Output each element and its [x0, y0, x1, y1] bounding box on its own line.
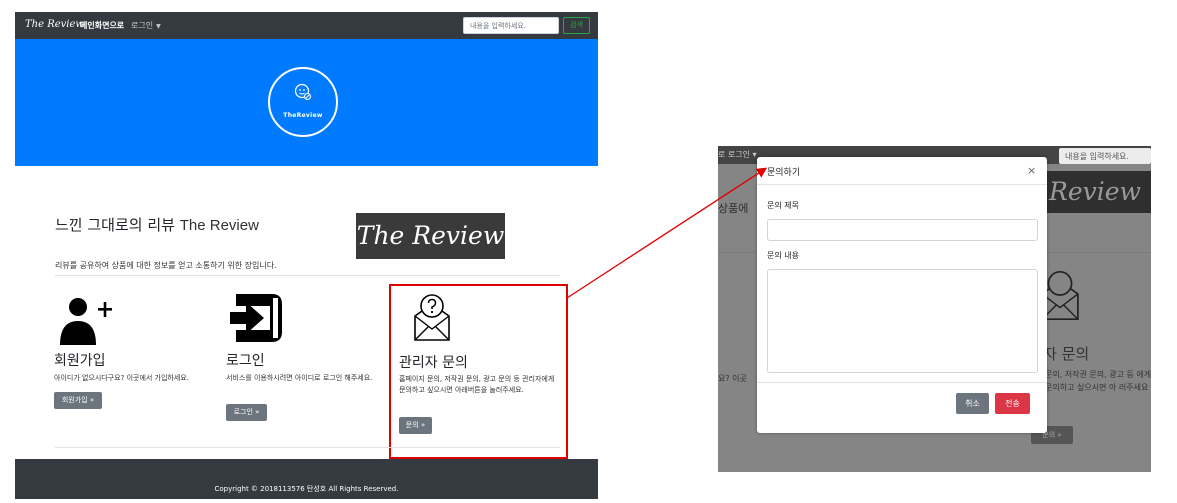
backdrop-description: 문의, 저작권 문의, 광고 등 에게 문의하고 싶으시면 아 러주세요: [1045, 370, 1151, 392]
login-button[interactable]: 로그인 »: [226, 404, 267, 421]
footer: Copyright © 2018113576 탄성호 All Rights Re…: [15, 459, 598, 499]
add-user-icon: [60, 298, 112, 345]
backdrop-logo-image: Review: [1045, 171, 1151, 213]
main-page: The Review 메인화면으로 로그인 ▼ 내용을 입력하세요. 검색 The…: [15, 12, 598, 499]
nav-login-label: 로그인: [131, 21, 154, 30]
search-input[interactable]: 내용을 입력하세요.: [463, 17, 559, 34]
highlight-box: [389, 284, 568, 459]
subject-input[interactable]: [767, 219, 1038, 241]
the-review-logo-image: The Review: [356, 213, 505, 259]
title-english: The Review: [179, 217, 259, 234]
content-textarea[interactable]: [767, 269, 1038, 373]
nav-item-login-dropdown[interactable]: 로그인 ▼: [131, 20, 161, 31]
caret-down-icon: ▼: [156, 23, 161, 30]
backdrop-nav-text: 로 로그인 ▾: [718, 150, 757, 159]
logo-text: TheReview: [283, 112, 323, 119]
jumbotron-description: 리뷰를 공유하여 상품에 대한 정보를 얻고 소통하기 위한 장입니다.: [55, 261, 277, 270]
feature-desc-login: 서비스를 이용하시려면 아이디로 로그인 해주세요.: [226, 374, 373, 382]
jumbotron-title: 느낀 그대로의 리뷰 The Review: [55, 214, 259, 235]
subject-label: 문의 제목: [767, 201, 799, 210]
cancel-button[interactable]: 취소: [956, 393, 989, 414]
backdrop-title: 자 문의: [1043, 345, 1090, 363]
modal-divider: [757, 382, 1047, 383]
feature-desc-signup: 아이디가 없으시다구요? 이곳에서 가입하세요.: [54, 374, 189, 382]
close-icon[interactable]: ×: [1027, 164, 1036, 177]
banner: TheReview: [15, 39, 598, 166]
feature-title-signup: 회원가입: [54, 353, 106, 369]
divider: [55, 275, 560, 276]
modal-divider: [757, 184, 1047, 185]
navbar: The Review 메인화면으로 로그인 ▼ 내용을 입력하세요. 검색: [15, 12, 598, 39]
search-button[interactable]: 검색: [563, 17, 590, 34]
content-label: 문의 내용: [767, 251, 799, 260]
feature-title-login: 로그인: [226, 353, 265, 369]
send-button[interactable]: 전송: [995, 393, 1030, 414]
modal-title: 문의하기: [767, 168, 801, 178]
nav-item-home[interactable]: 메인화면으로: [80, 20, 124, 31]
smiley-icon: [294, 83, 312, 101]
footer-copyright: Copyright © 2018113576 탄성호 All Rights Re…: [214, 485, 399, 493]
backdrop-text: 상품에: [718, 202, 749, 215]
title-korean: 느낀 그대로의 리뷰: [55, 216, 175, 234]
inquiry-modal: 문의하기 × 문의 제목 문의 내용 취소 전송: [757, 157, 1047, 433]
divider: [55, 447, 560, 448]
login-icon: [230, 294, 282, 342]
signup-button[interactable]: 회원가입 »: [54, 392, 102, 409]
backdrop-search-input: 내용을 입력하세요.: [1059, 148, 1151, 164]
backdrop-left-text: 요? 이곳: [718, 374, 747, 383]
logo: TheReview: [268, 67, 338, 137]
navbar-brand[interactable]: The Review: [25, 19, 84, 30]
